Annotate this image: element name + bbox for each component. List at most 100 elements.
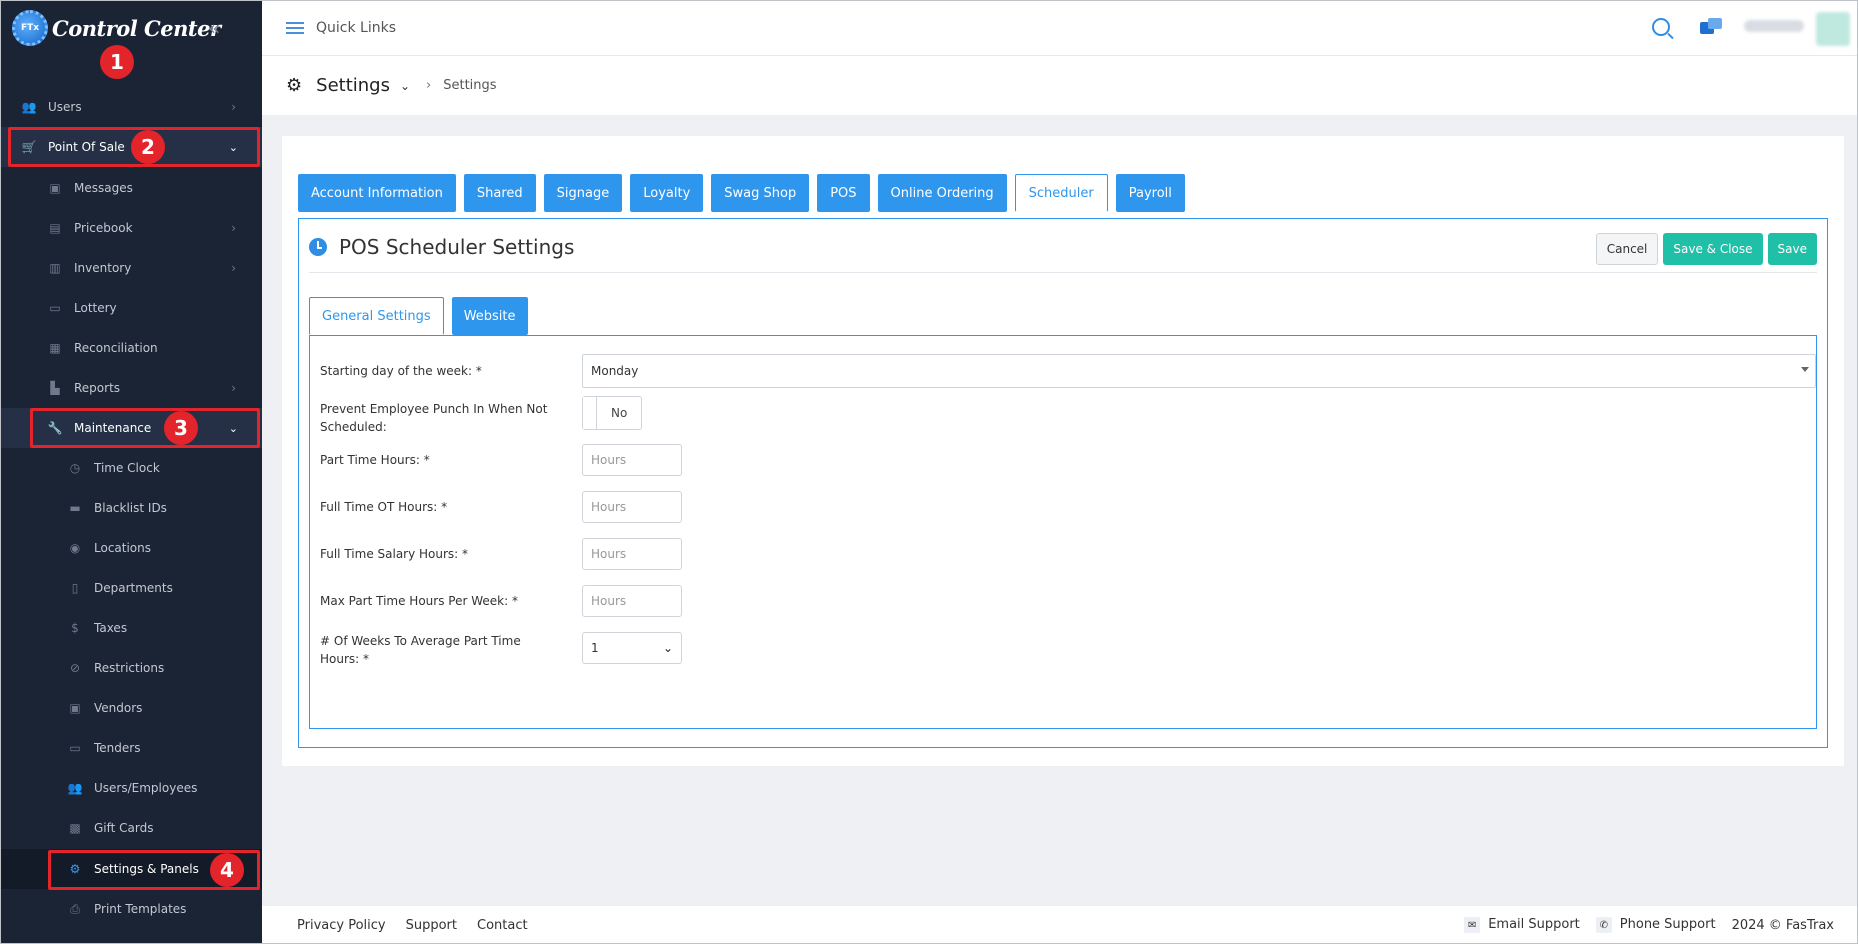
start-day-select[interactable]: Monday	[582, 354, 1816, 388]
mail-icon: ✉	[1464, 917, 1481, 934]
menu-icon[interactable]	[286, 21, 304, 34]
sidebar-item-gift-cards[interactable]: ▩ Gift Cards	[0, 808, 262, 848]
tab-pos[interactable]: POS	[817, 174, 870, 212]
message-icon: ▣	[49, 181, 61, 195]
tab-website[interactable]: Website	[451, 297, 528, 335]
breadcrumb-current: Settings	[443, 78, 497, 93]
full-time-ot-label: Full Time OT Hours: *	[320, 500, 448, 514]
cancel-button[interactable]: Cancel	[1595, 233, 1659, 265]
avatar[interactable]	[1816, 12, 1850, 46]
email-support-link[interactable]: ✉ Email Support	[1464, 917, 1580, 934]
breadcrumb: ⚙ Settings ⌄ › Settings	[262, 56, 1858, 116]
search-icon[interactable]	[1652, 18, 1670, 36]
chevron-down-icon: ⌄	[228, 140, 238, 154]
sidebar-item-locations[interactable]: ◉ Locations	[0, 528, 262, 568]
printer-icon: ⎙	[70, 901, 80, 916]
phone-icon: ✆	[1595, 917, 1612, 934]
contact-link[interactable]: Contact	[477, 918, 528, 933]
tab-signage[interactable]: Signage	[543, 174, 623, 212]
sidebar-item-messages[interactable]: ▣ Messages	[0, 168, 262, 208]
form-row-full-time-ot: Full Time OT Hours: * Hours	[320, 491, 1808, 523]
sidebar-item-maintenance[interactable]: 🔧 Maintenance ⌄	[0, 408, 262, 448]
sidebar-item-restrictions[interactable]: ⊘ Restrictions	[0, 648, 262, 688]
user-name-blurred[interactable]	[1744, 20, 1804, 32]
app-title: Control Center	[52, 15, 221, 41]
general-settings-form: Starting day of the week: * Monday Preve…	[309, 335, 1817, 729]
page-title[interactable]: Settings	[316, 75, 390, 96]
chevron-down-icon[interactable]: ⌄	[400, 79, 410, 93]
wallet-icon: ▭	[69, 741, 81, 755]
sidebar-item-inventory[interactable]: ▥ Inventory ›	[0, 248, 262, 288]
support-link[interactable]: Support	[406, 918, 457, 933]
building-icon: ▯	[71, 581, 79, 595]
sidebar-item-pricebook[interactable]: ▤ Pricebook ›	[0, 208, 262, 248]
wrench-icon: 🔧	[47, 421, 63, 435]
panel-title: POS Scheduler Settings	[339, 234, 575, 259]
max-part-time-input[interactable]: Hours	[582, 585, 682, 617]
step-marker-3: 3	[164, 411, 198, 445]
footer: Privacy Policy Support Contact ✉ Email Su…	[262, 906, 1858, 944]
chevron-down-icon: ⌄	[228, 421, 238, 435]
calculator-icon: ▤	[49, 221, 61, 235]
settings-card: Account Information Shared Signage Loyal…	[282, 136, 1844, 766]
card-icon: ▬	[69, 501, 81, 515]
sidebar-item-reports[interactable]: ▙ Reports ›	[0, 368, 262, 408]
max-part-time-label: Max Part Time Hours Per Week: *	[320, 594, 518, 608]
phone-support-link[interactable]: ✆ Phone Support	[1595, 917, 1716, 934]
sidebar-item-vendors[interactable]: ▣ Vendors	[0, 688, 262, 728]
form-row-weeks-avg: # Of Weeks To Average Part Time Hours: *…	[320, 632, 1808, 672]
collapse-sidebar-icon[interactable]: «	[208, 16, 220, 40]
sidebar-item-users[interactable]: 👥 Users ›	[0, 87, 262, 127]
chat-icon[interactable]	[1700, 18, 1722, 36]
sidebar-item-time-clock[interactable]: ◷ Time Clock	[0, 448, 262, 488]
users-icon: 👥	[21, 100, 37, 114]
logo[interactable]: FTx Control Center	[0, 0, 262, 56]
settings-tabs: Account Information Shared Signage Loyal…	[298, 174, 1185, 212]
tab-general-settings[interactable]: General Settings	[309, 297, 444, 335]
sidebar-item-taxes[interactable]: $ Taxes	[0, 608, 262, 648]
sidebar-item-blacklist-ids[interactable]: ▬ Blacklist IDs	[0, 488, 262, 528]
part-time-label: Part Time Hours: *	[320, 453, 430, 467]
quick-links[interactable]: Quick Links	[316, 20, 396, 36]
gear-icon: ⚙	[69, 862, 81, 876]
tab-online-ordering[interactable]: Online Ordering	[877, 174, 1007, 212]
tab-shared[interactable]: Shared	[463, 174, 536, 212]
panel-header: POS Scheduler Settings Cancel Save & Clo…	[309, 233, 1817, 273]
form-row-full-time-salary: Full Time Salary Hours: * Hours	[320, 538, 1808, 570]
logo-badge-icon: FTx	[12, 10, 48, 46]
gift-icon: ▩	[69, 821, 81, 835]
tab-account-information[interactable]: Account Information	[298, 174, 456, 212]
main-content: Account Information Shared Signage Loyal…	[262, 116, 1858, 906]
inventory-icon: ▥	[49, 261, 61, 275]
ban-icon: ⊘	[69, 661, 81, 675]
full-time-salary-label: Full Time Salary Hours: *	[320, 547, 469, 561]
sidebar-item-lottery[interactable]: ▭ Lottery	[0, 288, 262, 328]
clock-icon	[309, 237, 327, 256]
weeks-avg-select[interactable]: 1 ⌄	[582, 632, 682, 664]
dropdown-arrow-icon	[1801, 367, 1809, 372]
sidebar-item-departments[interactable]: ▯ Departments	[0, 568, 262, 608]
sub-tabs: General Settings Website	[309, 297, 528, 335]
save-button[interactable]: Save	[1767, 233, 1817, 265]
form-row-start-day: Starting day of the week: * Monday	[320, 354, 1816, 388]
tab-scheduler[interactable]: Scheduler	[1014, 174, 1108, 212]
full-time-salary-input[interactable]: Hours	[582, 538, 682, 570]
sidebar-item-reconciliation[interactable]: ▦ Reconciliation	[0, 328, 262, 368]
save-close-button[interactable]: Save & Close	[1663, 233, 1763, 265]
clock-icon: ◷	[69, 461, 81, 475]
prevent-punch-toggle[interactable]: No	[582, 396, 642, 430]
part-time-input[interactable]: Hours	[582, 444, 682, 476]
copyright: 2024 © FasTrax	[1731, 917, 1834, 933]
sidebar-item-users-employees[interactable]: 👥 Users/Employees	[0, 768, 262, 808]
sidebar-item-print-templates[interactable]: ⎙ Print Templates	[0, 889, 262, 929]
tab-loyalty[interactable]: Loyalty	[630, 174, 704, 212]
tab-swag-shop[interactable]: Swag Shop	[711, 174, 810, 212]
step-marker-4: 4	[210, 853, 244, 887]
top-bar: Quick Links	[262, 0, 1858, 56]
tab-payroll[interactable]: Payroll	[1115, 174, 1185, 212]
footer-right: ✉ Email Support ✆ Phone Support 2024 © Fas…	[1464, 917, 1834, 934]
form-row-part-time: Part Time Hours: * Hours	[320, 444, 1808, 476]
sidebar-item-tenders[interactable]: ▭ Tenders	[0, 728, 262, 768]
full-time-ot-input[interactable]: Hours	[582, 491, 682, 523]
privacy-policy-link[interactable]: Privacy Policy	[297, 918, 386, 933]
